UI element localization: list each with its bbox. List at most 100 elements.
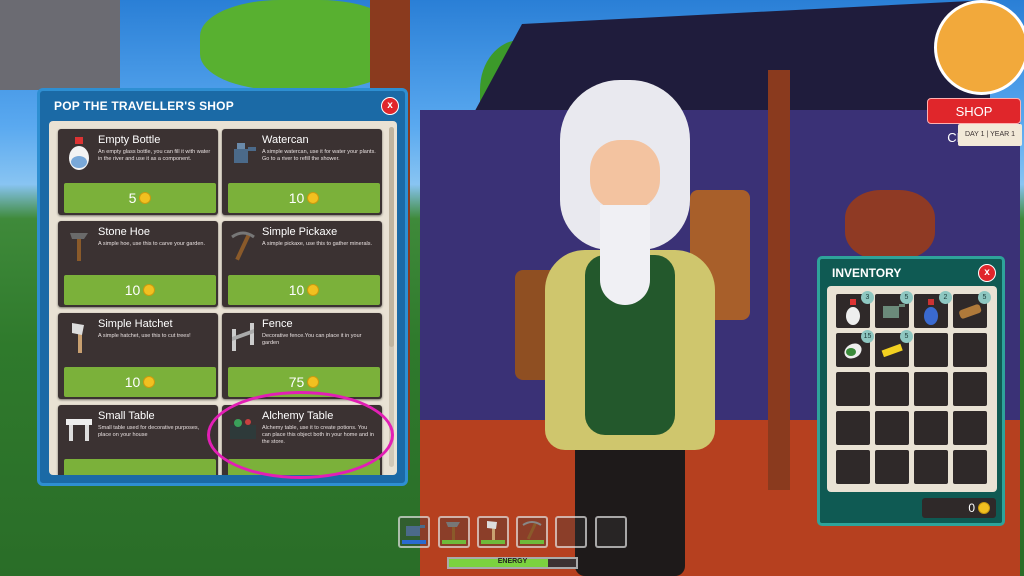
watercan-icon bbox=[234, 143, 256, 163]
bottle-icon bbox=[69, 137, 89, 170]
sun-compass-icon bbox=[934, 0, 1024, 95]
hotbar-slot[interactable] bbox=[516, 516, 548, 548]
hotbar-slot[interactable] bbox=[438, 516, 470, 548]
date-display: DAY 1 | YEAR 1 bbox=[958, 124, 1022, 146]
durability-bar bbox=[402, 540, 426, 544]
coin-icon bbox=[978, 501, 990, 514]
pickaxe-icon bbox=[231, 231, 255, 261]
shop-item-card[interactable]: Empty Bottle An empty glass bottle, you … bbox=[58, 129, 218, 215]
inventory-slot-empty[interactable] bbox=[953, 372, 987, 406]
shop-item-desc: A simple hoe, use this to carve your gar… bbox=[98, 241, 206, 247]
buy-button[interactable]: 10 bbox=[228, 183, 380, 213]
durability-bar bbox=[442, 540, 466, 544]
durability-bar bbox=[520, 540, 544, 544]
inventory-slot-empty[interactable] bbox=[953, 411, 987, 445]
buy-button[interactable]: 10 bbox=[64, 275, 216, 305]
price-value: 10 bbox=[288, 190, 305, 206]
coin-icon bbox=[139, 192, 152, 205]
shop-item-name: Fence bbox=[262, 318, 293, 330]
fence-icon bbox=[232, 323, 254, 351]
hatchet-icon bbox=[72, 323, 84, 353]
inventory-panel: INVENTORY x 3 5 2 5 15 5 0 bbox=[817, 256, 1005, 526]
inventory-title: INVENTORY bbox=[832, 266, 902, 280]
inventory-grid: 3 5 2 5 15 5 bbox=[827, 286, 997, 492]
money-display: 0 bbox=[922, 498, 996, 518]
item-quantity: 5 bbox=[900, 330, 913, 343]
shop-scrollbar[interactable] bbox=[389, 127, 394, 467]
inventory-slot-empty[interactable] bbox=[836, 450, 870, 484]
shop-item-card[interactable]: Simple Pickaxe A simple pickaxe, use thi… bbox=[222, 221, 382, 307]
inventory-slot-empty[interactable] bbox=[953, 450, 987, 484]
inventory-slot[interactable]: 5 bbox=[953, 291, 991, 328]
watercan-icon bbox=[406, 525, 425, 536]
shop-item-name: Watercan bbox=[262, 134, 309, 146]
hotbar-slot-empty[interactable] bbox=[595, 516, 627, 548]
shop-close-button[interactable]: x bbox=[381, 97, 399, 115]
shop-item-desc: A simple hatchet, use this to cut trees! bbox=[98, 333, 191, 339]
inventory-close-button[interactable]: x bbox=[978, 264, 996, 282]
npc-face bbox=[590, 140, 660, 210]
item-quantity: 5 bbox=[900, 291, 913, 304]
npc-beard bbox=[600, 205, 650, 305]
coin-icon bbox=[307, 284, 320, 297]
durability-bar bbox=[481, 540, 505, 544]
item-quantity: 5 bbox=[978, 291, 991, 304]
inventory-slot[interactable]: 15 bbox=[836, 330, 874, 367]
table-icon bbox=[66, 419, 92, 441]
shop-item-name: Simple Hatchet bbox=[98, 318, 173, 330]
inventory-slot-empty[interactable] bbox=[875, 450, 909, 484]
shop-item-name: Empty Bottle bbox=[98, 134, 161, 146]
buy-button[interactable] bbox=[64, 459, 216, 475]
shop-title: POP THE TRAVELLER'S SHOP bbox=[54, 99, 234, 113]
hatchet-icon bbox=[487, 521, 497, 540]
inventory-slot-empty[interactable] bbox=[914, 450, 948, 484]
shop-item-desc: A simple pickaxe, use this to gather min… bbox=[262, 241, 373, 247]
inventory-slot-empty[interactable] bbox=[953, 333, 987, 367]
hotbar-slot[interactable] bbox=[477, 516, 509, 548]
coin-icon bbox=[307, 192, 320, 205]
energy-bar: ENERGY bbox=[447, 557, 578, 569]
inventory-slot[interactable]: 5 bbox=[875, 291, 913, 328]
shop-item-card[interactable]: Watercan A simple watercan, use it for w… bbox=[222, 129, 382, 215]
buy-button[interactable]: 10 bbox=[228, 275, 380, 305]
coin-icon bbox=[307, 376, 320, 389]
tent-roof bbox=[470, 0, 990, 120]
shop-item-name: Simple Pickaxe bbox=[262, 226, 338, 238]
shop-item-card[interactable]: Small Table Small table used for decorat… bbox=[58, 405, 218, 475]
price-value: 10 bbox=[288, 282, 305, 298]
highlight-circle bbox=[207, 391, 394, 479]
inventory-slot-empty[interactable] bbox=[914, 333, 948, 367]
inventory-slot-empty[interactable] bbox=[914, 372, 948, 406]
inventory-slot-empty[interactable] bbox=[836, 372, 870, 406]
coin-icon bbox=[143, 376, 156, 389]
inventory-slot[interactable]: 5 bbox=[875, 330, 913, 367]
house-wall bbox=[0, 0, 120, 90]
inventory-slot[interactable]: 3 bbox=[836, 291, 874, 328]
hoe-icon bbox=[446, 522, 460, 540]
inventory-slot[interactable]: 2 bbox=[914, 291, 952, 328]
shop-item-card[interactable]: Fence Decorative fence.You can place it … bbox=[222, 313, 382, 399]
energy-label: ENERGY bbox=[497, 558, 528, 565]
inventory-slot-empty[interactable] bbox=[836, 411, 870, 445]
hoe-icon bbox=[70, 233, 88, 261]
price-value: 5 bbox=[128, 190, 137, 206]
inventory-slot-empty[interactable] bbox=[914, 411, 948, 445]
shop-status-badge: SHOP CLOSED bbox=[927, 98, 1021, 145]
coin-icon bbox=[143, 284, 156, 297]
shop-item-card[interactable]: Simple Hatchet A simple hatchet, use thi… bbox=[58, 313, 218, 399]
buy-button[interactable]: 10 bbox=[64, 367, 216, 397]
inventory-slot-empty[interactable] bbox=[875, 372, 909, 406]
shop-item-desc: Small table used for decorative purposes… bbox=[98, 425, 200, 438]
shop-item-name: Small Table bbox=[98, 410, 155, 422]
buy-button[interactable]: 5 bbox=[64, 183, 216, 213]
price-value: 75 bbox=[288, 374, 305, 390]
shop-item-card[interactable]: Stone Hoe A simple hoe, use this to carv… bbox=[58, 221, 218, 307]
hotbar-slot[interactable] bbox=[398, 516, 430, 548]
item-quantity: 15 bbox=[861, 330, 874, 343]
item-quantity: 3 bbox=[861, 291, 874, 304]
hotbar-slot-empty[interactable] bbox=[555, 516, 587, 548]
inventory-slot-empty[interactable] bbox=[875, 411, 909, 445]
sack bbox=[845, 190, 935, 260]
price-value: 10 bbox=[124, 374, 141, 390]
shop-scroll-thumb[interactable] bbox=[389, 127, 394, 347]
